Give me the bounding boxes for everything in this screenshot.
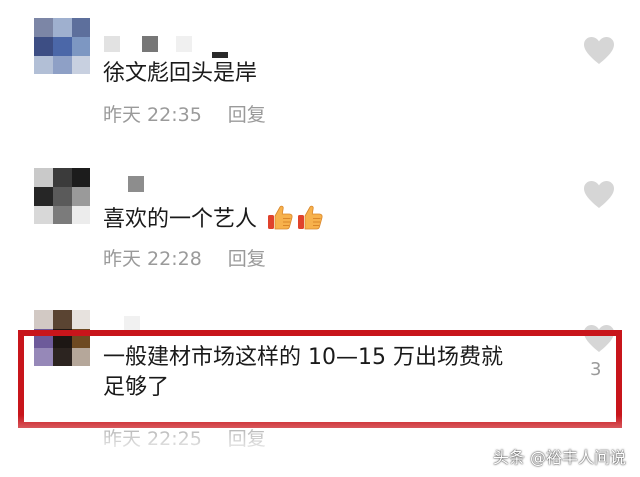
comment-timestamp: 昨天 22:35 bbox=[103, 104, 202, 126]
comment-text: 徐文彪回头是岸 bbox=[103, 61, 258, 86]
avatar[interactable] bbox=[34, 18, 90, 74]
comment-item: 喜欢的一个艺人 昨天 22:28 回复 bbox=[0, 140, 640, 280]
reply-button[interactable]: 回复 bbox=[228, 248, 266, 270]
comment-meta: 昨天 22:35 回复 bbox=[103, 100, 266, 127]
comment-timestamp: 昨天 22:28 bbox=[103, 248, 202, 270]
comment-text: 喜欢的一个艺人 bbox=[103, 203, 324, 235]
comment-text-content: 喜欢的一个艺人 bbox=[103, 207, 258, 232]
comment-item: 徐文彪回头是岸 昨天 22:35 回复 bbox=[0, 0, 640, 140]
thumbs-up-icon bbox=[268, 205, 293, 230]
reply-button[interactable]: 回复 bbox=[228, 104, 266, 126]
reply-button[interactable]: 回复 bbox=[228, 428, 266, 450]
heart-icon[interactable] bbox=[583, 180, 615, 210]
heart-icon[interactable] bbox=[583, 36, 615, 66]
thumbs-up-icon bbox=[298, 205, 323, 230]
watermark: 头条 @裕丰人间说 bbox=[492, 448, 626, 467]
highlight-box bbox=[18, 330, 622, 428]
username-mosaic[interactable] bbox=[104, 176, 164, 196]
username-mosaic[interactable] bbox=[104, 36, 254, 58]
avatar[interactable] bbox=[34, 168, 90, 224]
comment-timestamp: 昨天 22:25 bbox=[103, 428, 202, 450]
comment-meta: 昨天 22:25 回复 bbox=[103, 424, 266, 451]
comment-meta: 昨天 22:28 回复 bbox=[103, 244, 266, 271]
